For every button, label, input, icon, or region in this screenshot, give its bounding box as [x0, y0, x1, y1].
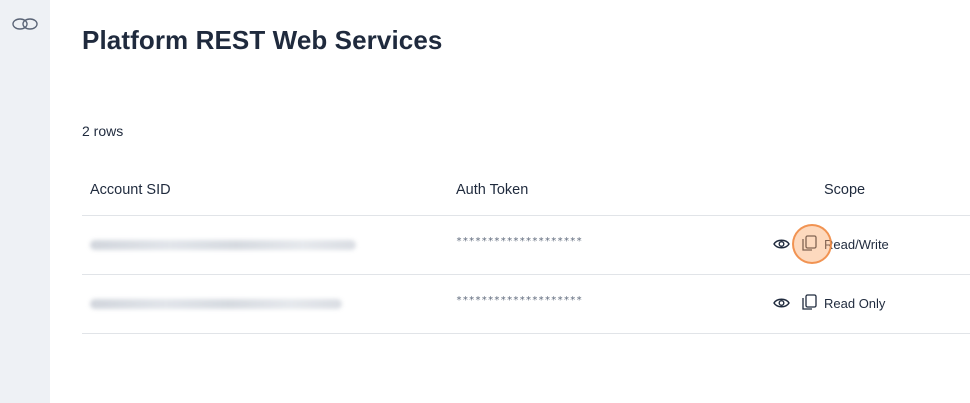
sidebar: [0, 0, 50, 403]
scope-cell: Read/Write: [772, 216, 970, 274]
copy-icon[interactable]: [801, 235, 817, 252]
auth-token-masked: ********************: [456, 295, 583, 306]
eye-icon[interactable]: [773, 238, 790, 250]
column-header-auth-token[interactable]: Auth Token: [456, 182, 528, 198]
account-sid-blurred: [90, 240, 356, 250]
table-header: Account SID Auth Token Scope: [82, 165, 970, 216]
eye-icon[interactable]: [773, 297, 790, 309]
row-count: 2 rows: [82, 123, 124, 139]
account-sid-blurred: [90, 299, 342, 309]
column-header-account-sid[interactable]: Account SID: [90, 182, 171, 198]
column-header-scope[interactable]: Scope: [824, 182, 865, 198]
link-icon[interactable]: [11, 16, 39, 32]
page-title: Platform REST Web Services: [82, 25, 443, 55]
copy-icon[interactable]: [801, 294, 817, 311]
auth-token-masked: ********************: [456, 236, 583, 247]
scope-label: Read Only: [824, 296, 886, 311]
credentials-table: Account SID Auth Token Scope ***********…: [82, 165, 970, 334]
scope-label: Read/Write: [824, 237, 889, 252]
main-content: Platform REST Web Services 2 rows Accoun…: [82, 0, 970, 403]
table-row: ******************** Read/Write: [82, 216, 970, 275]
scope-cell: Read Only: [772, 275, 970, 333]
table-row: ******************** Read Only: [82, 275, 970, 334]
